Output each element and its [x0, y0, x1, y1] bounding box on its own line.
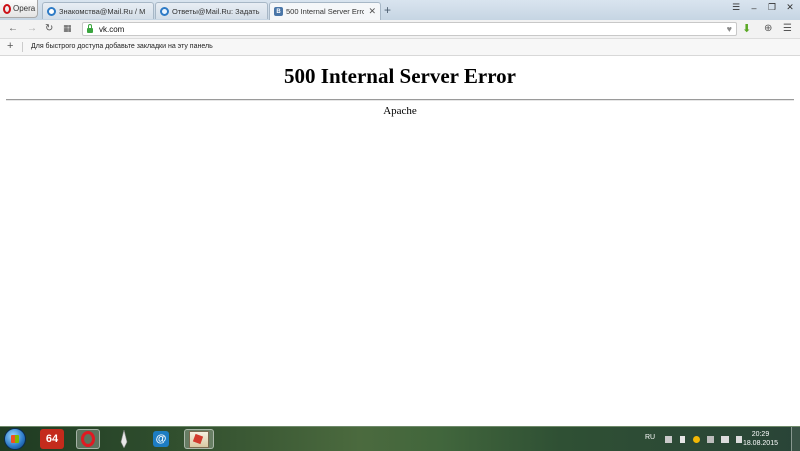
mail-at-icon: @ — [153, 431, 169, 447]
show-desktop-button[interactable] — [791, 427, 800, 451]
tab-list-icon[interactable]: ☰ — [730, 2, 742, 13]
volume-icon[interactable] — [736, 436, 742, 443]
url-text: vk.com — [99, 24, 125, 34]
start-button[interactable] — [4, 428, 26, 450]
vk-favicon-icon: B — [274, 7, 283, 16]
speed-dial-grid-icon[interactable]: ▦ — [63, 23, 72, 34]
close-tab-icon[interactable]: ✕ — [368, 6, 376, 17]
close-window-icon[interactable]: ✕ — [784, 2, 796, 13]
page-content: 500 Internal Server Error Apache — [0, 56, 800, 426]
clock[interactable]: 20:29 18.08.2015 — [743, 430, 778, 448]
taskbar-mail-agent[interactable]: @ — [149, 429, 173, 449]
system-tray: RU 20:29 18.08.2015 — [635, 427, 800, 451]
windows-taskbar: 64 @ RU 20:29 18.08.2015 — [0, 426, 800, 451]
mail-favicon-icon — [47, 6, 56, 16]
battery-icon[interactable] — [680, 436, 685, 443]
downloads-icon[interactable]: ⊕ — [764, 23, 772, 34]
network-icon[interactable] — [721, 436, 729, 443]
picture-app-icon — [189, 430, 209, 448]
tab-bar: Opera Знакомства@Mail.Ru / М Ответы@Mail… — [0, 0, 800, 21]
opera-menu-label: Opera — [13, 4, 36, 13]
tab-mail-dating[interactable]: Знакомства@Mail.Ru / М — [42, 2, 154, 19]
reload-icon[interactable]: ↻ — [45, 23, 53, 34]
bookmarks-bar: + Для быстрого доступа добавьте закладки… — [0, 39, 800, 56]
tab-label: 500 Internal Server Error — [286, 7, 365, 16]
opera-icon — [81, 431, 95, 447]
tab-vk-error[interactable]: B 500 Internal Server Error ✕ — [269, 2, 381, 20]
bookmarks-divider — [22, 42, 23, 52]
opera-menu-button[interactable]: Opera — [0, 0, 38, 18]
tray-yellow-icon[interactable] — [693, 436, 700, 443]
taskbar-image-app[interactable] — [184, 429, 214, 449]
tab-label: Знакомства@Mail.Ru / М — [59, 6, 146, 16]
forward-arrow-icon[interactable]: → — [27, 23, 37, 34]
server-signature: Apache — [383, 105, 417, 117]
app-64-label: 64 — [45, 433, 59, 445]
error-title: 500 Internal Server Error — [284, 64, 516, 88]
address-bar: ← → ↻ ▦ vk.com ♥ ⬇ ⊕ ☰ — [0, 20, 800, 39]
back-arrow-icon[interactable]: ← — [8, 23, 18, 34]
settings-sliders-icon[interactable]: ☰ — [783, 23, 792, 34]
add-bookmark-icon[interactable]: + — [7, 40, 13, 52]
maximize-icon[interactable]: ❐ — [766, 2, 778, 13]
taskbar-pen-app[interactable] — [112, 429, 136, 449]
url-input[interactable]: vk.com ♥ — [82, 22, 737, 36]
lock-icon — [87, 23, 93, 33]
tab-mail-answers[interactable]: Ответы@Mail.Ru: Задать — [155, 2, 268, 19]
clock-time: 20:29 — [751, 431, 770, 438]
horizontal-rule — [6, 99, 794, 101]
tray-app-icon[interactable] — [707, 436, 714, 443]
pen-icon — [120, 430, 128, 448]
answers-favicon-icon — [160, 6, 169, 16]
bookmarks-hint: Для быстрого доступа добавьте закладки н… — [31, 43, 213, 50]
taskbar-opera[interactable] — [76, 429, 100, 449]
windows-logo-icon — [11, 435, 19, 443]
language-indicator[interactable]: RU — [645, 434, 655, 441]
clock-date: 18.08.2015 — [742, 440, 778, 447]
minimize-icon[interactable]: – — [748, 2, 760, 13]
download-green-arrow-icon[interactable]: ⬇ — [742, 22, 751, 35]
window-controls: ☰ – ❐ ✕ — [730, 2, 796, 13]
new-tab-button[interactable]: + — [384, 3, 391, 17]
tab-label: Ответы@Mail.Ru: Задать — [172, 6, 260, 16]
taskbar-app-64[interactable]: 64 — [40, 429, 64, 449]
flag-icon[interactable] — [665, 436, 672, 443]
opera-logo-icon — [3, 3, 11, 14]
bookmark-heart-icon[interactable]: ♥ — [727, 24, 732, 34]
